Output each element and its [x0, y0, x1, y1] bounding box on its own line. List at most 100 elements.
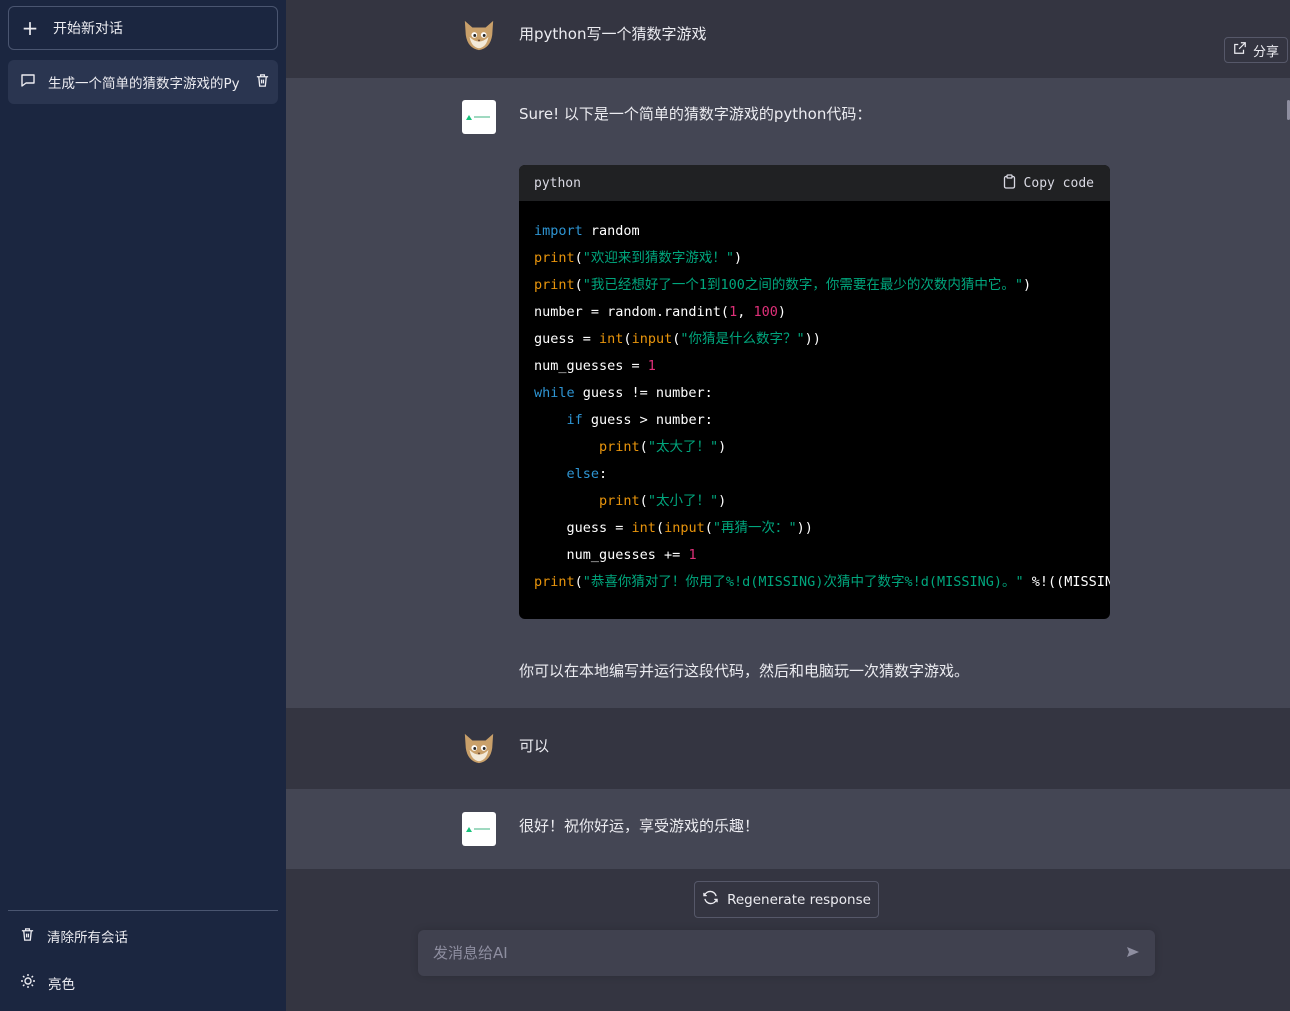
code-token: "你猜是什么数字？"	[680, 331, 805, 347]
code-token: ))	[796, 520, 813, 536]
sidebar-divider	[8, 910, 278, 911]
copy-code-label: Copy code	[1023, 175, 1094, 191]
code-token: "欢迎来到猜数字游戏！"	[582, 250, 735, 266]
share-label: 分享	[1252, 44, 1279, 60]
code-token: print	[599, 439, 640, 455]
plus-icon: +	[21, 16, 39, 40]
code-token: "恭喜你猜对了！你用了%!d(MISSING)次猜中了数字%!d(MISSING…	[582, 574, 1024, 590]
code-header: python Copy code	[519, 165, 1110, 201]
code-token: num_guesses +=	[534, 547, 689, 563]
code-line: while guess != number:	[534, 380, 1110, 407]
code-line: guess = int(input("再猜一次："))	[534, 515, 1110, 542]
code-token: random	[582, 223, 640, 239]
regenerate-response-button[interactable]: Regenerate response	[694, 881, 879, 918]
code-content: import random print("欢迎来到猜数字游戏！") print("我…	[519, 201, 1110, 596]
message-text: 很好！祝你好运，享受游戏的乐趣！	[519, 817, 760, 835]
chat-area: 用python写一个猜数字游戏 分享 Sure! 以下是一个简单的猜数字游戏的p…	[286, 0, 1290, 1011]
theme-toggle-button[interactable]: 亮色	[8, 963, 278, 1003]
message-row-assistant: Sure! 以下是一个简单的猜数字游戏的python代码： python Cop…	[286, 78, 1290, 708]
code-token: )	[1023, 277, 1032, 293]
code-token: int	[631, 520, 656, 536]
code-token: %!((MISSIN	[1023, 574, 1110, 590]
code-line: print("太大了！")	[534, 434, 1110, 461]
code-token: (	[574, 574, 583, 590]
cat-face-icon	[462, 731, 496, 765]
code-token: )	[777, 304, 787, 320]
theme-label: 亮色	[48, 977, 75, 993]
code-token: guess != number:	[574, 385, 713, 401]
sidebar-conversation-item[interactable]: 生成一个简单的猜数字游戏的Py	[8, 60, 278, 104]
code-token: 1	[647, 358, 656, 374]
code-token: )	[718, 493, 727, 509]
brand-logo-icon	[462, 812, 496, 846]
code-token: (	[574, 277, 583, 293]
code-block: python Copy code import random print("欢迎来…	[519, 165, 1110, 619]
code-line: print("恭喜你猜对了！你用了%!d(MISSING)次猜中了数字%!d(M…	[534, 569, 1110, 596]
message-input[interactable]	[418, 930, 1108, 976]
code-token: (	[574, 250, 583, 266]
code-token: input	[631, 331, 673, 347]
trash-icon	[20, 927, 35, 946]
code-line: guess = int(input("你猜是什么数字？"))	[534, 326, 1110, 353]
clear-all-conversations-button[interactable]: 清除所有会话	[8, 916, 278, 956]
code-token: else	[566, 466, 600, 482]
sidebar: + 开始新对话 生成一个简单的猜数字游戏的Py 清除所有会话 亮色	[0, 0, 286, 1011]
code-token: print	[534, 574, 575, 590]
code-token: (	[623, 331, 632, 347]
message-input-container	[418, 930, 1155, 976]
message-row-user: 用python写一个猜数字游戏 分享	[286, 0, 1290, 78]
code-line: print("太小了！")	[534, 488, 1110, 515]
message-row-assistant: 很好！祝你好运，享受游戏的乐趣！	[286, 789, 1290, 869]
code-token: :	[599, 466, 608, 482]
code-token: guess =	[534, 331, 600, 347]
brand-logo-icon	[462, 100, 496, 134]
code-token: (	[639, 439, 648, 455]
new-chat-label: 开始新对话	[53, 21, 123, 37]
code-token: import	[534, 223, 583, 239]
code-token: print	[599, 493, 640, 509]
code-line: num_guesses = 1	[534, 353, 1110, 380]
code-token: while	[534, 385, 575, 401]
clipboard-icon	[1003, 173, 1016, 193]
code-token: guess > number:	[582, 412, 713, 428]
code-token: (	[655, 520, 665, 536]
code-token: guess =	[534, 520, 632, 536]
code-line: if guess > number:	[534, 407, 1110, 434]
message-row-user: 可以	[286, 708, 1290, 789]
message-text: Sure! 以下是一个简单的猜数字游戏的python代码：	[519, 105, 872, 123]
code-token: 100	[753, 304, 778, 320]
message-text: 可以	[519, 737, 550, 755]
code-token: num_guesses =	[534, 358, 648, 374]
share-button[interactable]: 分享	[1223, 37, 1288, 63]
code-token: "我已经想好了一个1到100之间的数字，你需要在最少的次数内猜中它。"	[582, 277, 1024, 293]
conversation-label: 生成一个简单的猜数字游戏的Py	[48, 76, 240, 92]
code-line: num_guesses += 1	[534, 542, 1110, 569]
code-token: )	[734, 250, 743, 266]
trash-icon[interactable]	[255, 73, 270, 92]
code-token: ,	[737, 304, 754, 320]
cat-face-icon	[462, 18, 496, 52]
code-language: python	[534, 175, 581, 191]
code-token: 1	[688, 547, 697, 563]
chat-bubble-icon	[20, 72, 36, 92]
code-line: print("欢迎来到猜数字游戏！")	[534, 245, 1110, 272]
code-token: ))	[804, 331, 821, 347]
code-token: )	[718, 439, 727, 455]
code-line: else:	[534, 461, 1110, 488]
code-token: (	[704, 520, 713, 536]
code-token: int	[599, 331, 624, 347]
message-text: 用python写一个猜数字游戏	[519, 25, 707, 43]
code-line: number = random.randint(1, 100)	[534, 299, 1110, 326]
message-text: 你可以在本地编写并运行这段代码，然后和电脑玩一次猜数字游戏。	[519, 662, 970, 680]
copy-code-button[interactable]: Copy code	[1003, 173, 1094, 193]
clear-all-label: 清除所有会话	[47, 930, 128, 946]
new-chat-button[interactable]: + 开始新对话	[8, 6, 278, 50]
code-token: input	[664, 520, 705, 536]
code-token: print	[534, 277, 575, 293]
send-icon[interactable]	[1125, 944, 1141, 962]
code-token: "太小了！"	[647, 493, 719, 509]
refresh-icon	[702, 890, 719, 909]
